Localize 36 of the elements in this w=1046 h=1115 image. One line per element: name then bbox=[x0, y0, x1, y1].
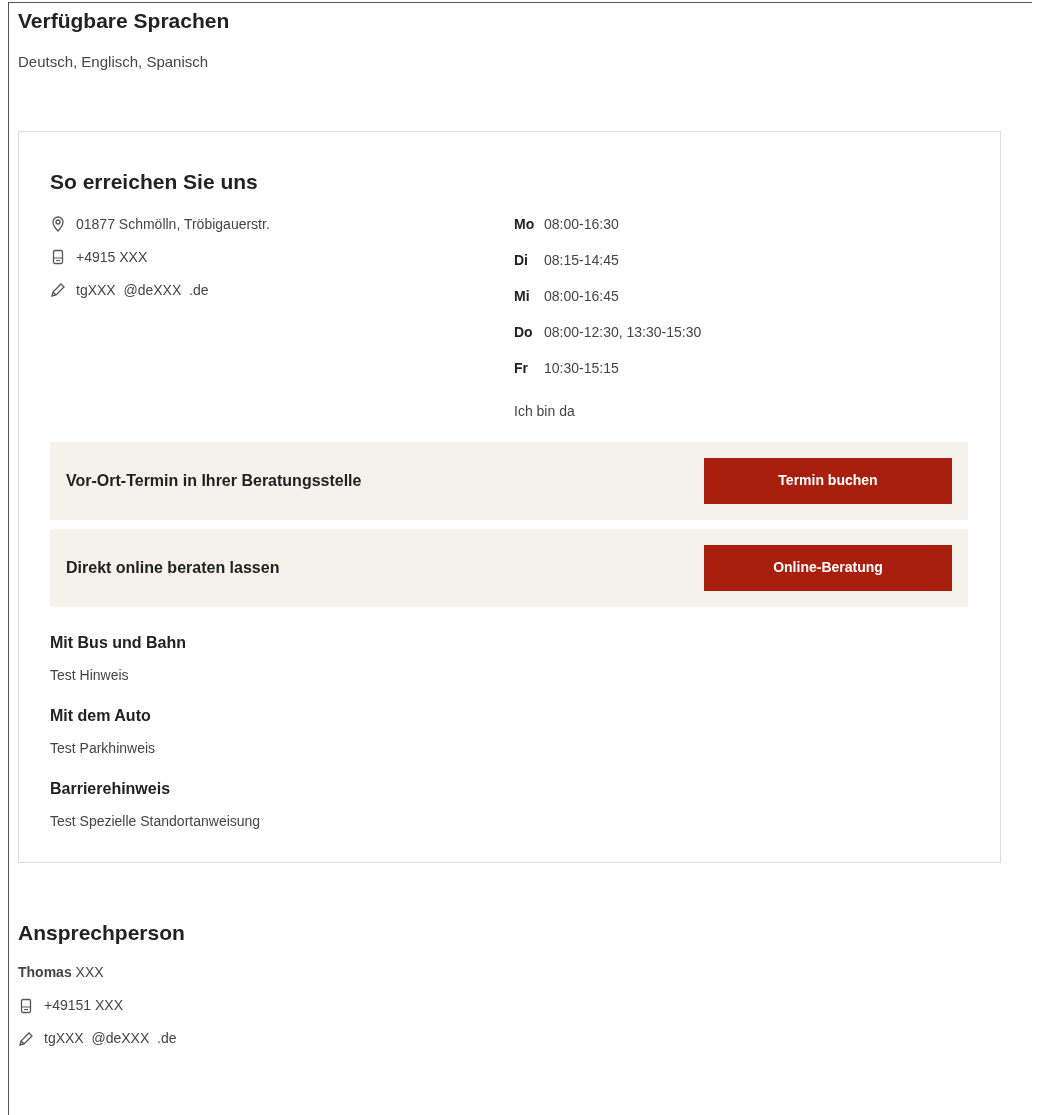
direction-text: Test Spezielle Standortanweisung bbox=[50, 811, 262, 831]
direction-heading: Barrierehinweis bbox=[50, 778, 172, 799]
direction-heading: Mit Bus und Bahn bbox=[50, 632, 187, 653]
weekday: Mo bbox=[514, 214, 536, 234]
languages-text: Deutsch, Englisch, Spanisch bbox=[18, 51, 210, 72]
email-address[interactable]: tgXXX @deXXX .de bbox=[76, 279, 209, 301]
address-text: 01877 Schmölln, Tröbigauerstr. bbox=[76, 214, 270, 234]
opening-hours: 08:15-14:45 bbox=[544, 250, 619, 270]
action-button[interactable]: Termin buchen bbox=[704, 457, 952, 504]
mobile-phone-icon bbox=[50, 249, 66, 265]
pen-icon bbox=[50, 282, 66, 298]
opening-hours: 08:00-12:30, 13:30-15:30 bbox=[544, 322, 702, 342]
direction-text: Test Hinweis bbox=[50, 665, 130, 685]
direction-heading: Mit dem Auto bbox=[50, 705, 152, 726]
opening-hours: 08:00-16:45 bbox=[544, 286, 619, 306]
opening-hours: 10:30-15:15 bbox=[544, 358, 619, 378]
person-name: Thomas XXX bbox=[18, 963, 105, 982]
weekday: Do bbox=[514, 322, 534, 342]
section-heading: Verfügbare Sprachen bbox=[18, 8, 231, 34]
weekday: Fr bbox=[514, 358, 529, 378]
action-label: Vor-Ort-Termin in Ihrer Beratungsstelle bbox=[66, 470, 362, 491]
weekday: Di bbox=[514, 250, 529, 270]
mobile-phone-icon bbox=[18, 997, 34, 1014]
action-button[interactable]: Online-Beratung bbox=[704, 544, 952, 591]
action-label: Direkt online beraten lassen bbox=[66, 557, 280, 578]
section-heading: Ansprechperson bbox=[18, 919, 186, 946]
location-pin-icon bbox=[50, 216, 66, 232]
hours-note: Ich bin da bbox=[514, 401, 576, 421]
phone-number[interactable]: +4915 XXX bbox=[76, 246, 148, 268]
opening-hours: 08:00-16:30 bbox=[544, 214, 619, 234]
weekday: Mi bbox=[514, 286, 531, 306]
phone-number[interactable]: +49151 XXX bbox=[44, 995, 123, 1016]
email-address[interactable]: tgXXX @deXXX .de bbox=[44, 1028, 177, 1049]
card-heading: So erreichen Sie uns bbox=[50, 169, 259, 195]
direction-text: Test Parkhinweis bbox=[50, 738, 157, 758]
pen-icon bbox=[18, 1030, 34, 1047]
